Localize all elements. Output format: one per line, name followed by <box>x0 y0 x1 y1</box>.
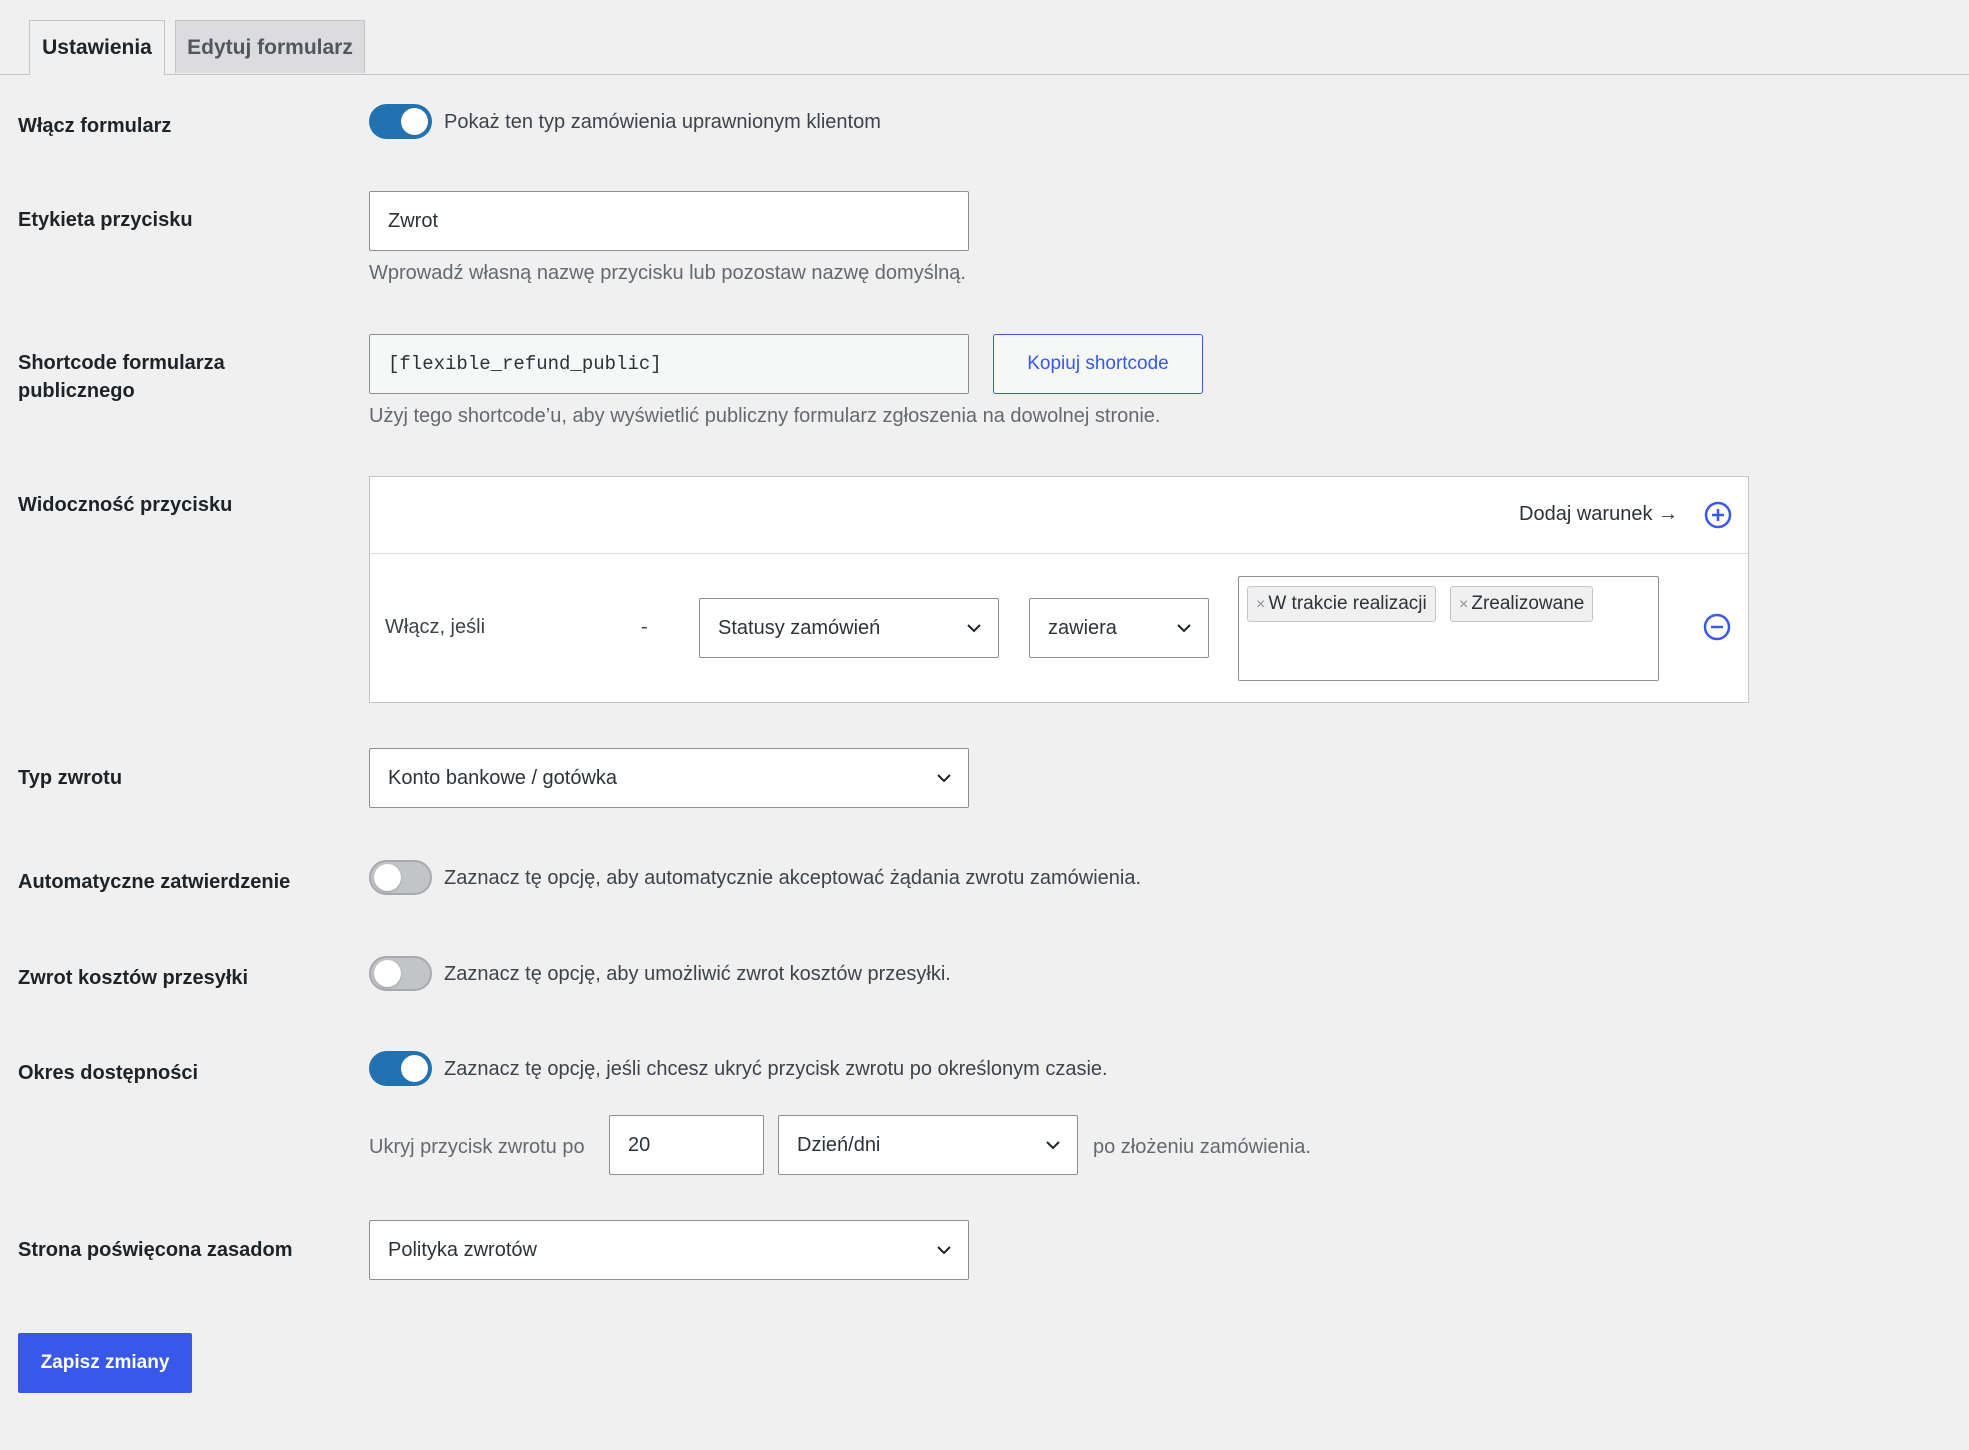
auto-approve-description: Zaznacz tę opcję, aby automatycznie akce… <box>444 867 1142 889</box>
chip-remove-icon[interactable]: × <box>1459 596 1468 613</box>
chip-remove-icon[interactable]: × <box>1256 596 1265 613</box>
button-label-help: Wprowadź własną nazwę przycisku lub pozo… <box>369 262 966 284</box>
value-chip-completed[interactable]: × Zrealizowane <box>1450 586 1594 622</box>
availability-description: Zaznacz tę opcję, jeśli chcesz ukryć prz… <box>444 1058 1108 1080</box>
tab-bar: Ustawienia Edytuj formularz <box>0 0 1969 75</box>
tab-edit-form[interactable]: Edytuj formularz <box>175 20 365 73</box>
hide-after-amount-value: 20 <box>628 1133 651 1156</box>
hide-after-unit-select[interactable]: Dzień/dni <box>778 1115 1078 1175</box>
shipping-refund-description: Zaznacz tę opcję, aby umożliwić zwrot ko… <box>444 963 951 985</box>
availability-label: Okres dostępności <box>18 1062 199 1084</box>
shortcode-label-line1: Shortcode formularza <box>18 352 225 374</box>
chevron-down-icon <box>967 624 981 633</box>
copy-shortcode-button[interactable]: Kopiuj shortcode <box>993 334 1203 394</box>
shortcode-label-line2: publicznego <box>18 380 135 402</box>
shortcode-value: [flexible_refund_public] <box>388 353 662 375</box>
chevron-down-icon <box>1046 1141 1060 1150</box>
shortcode-field[interactable]: [flexible_refund_public] <box>369 334 969 394</box>
refund-type-label: Typ zwrotu <box>18 767 123 789</box>
shortcode-label: Shortcode formularza publicznego <box>18 349 225 405</box>
condition-dash: - <box>641 616 648 638</box>
button-label-label: Etykieta przycisku <box>18 209 193 231</box>
condition-values-multiselect[interactable]: × W trakcie realizacji × Zrealizowane <box>1238 576 1659 681</box>
condition-operator-value: zawiera <box>1048 616 1117 639</box>
availability-toggle[interactable] <box>369 1051 432 1086</box>
policy-page-value: Polityka zwrotów <box>388 1238 537 1261</box>
hide-after-prefix: Ukryj przycisk zwrotu po <box>369 1136 585 1158</box>
shipping-refund-label: Zwrot kosztów przesyłki <box>18 967 249 989</box>
refund-type-value: Konto bankowe / gotówka <box>388 766 618 789</box>
panel-divider <box>370 553 1748 554</box>
enable-form-label: Włącz formularz <box>18 115 172 137</box>
enable-form-description: Pokaż ten typ zamówienia uprawnionym kli… <box>444 111 881 133</box>
visibility-label: Widoczność przycisku <box>18 494 233 516</box>
chip-label: Zrealizowane <box>1471 593 1585 614</box>
policy-page-select[interactable]: Polityka zwrotów <box>369 1220 969 1280</box>
button-label-input[interactable]: Zwrot <box>369 191 969 251</box>
refund-type-select[interactable]: Konto bankowe / gotówka <box>369 748 969 808</box>
hide-after-amount-input[interactable]: 20 <box>609 1115 764 1175</box>
condition-prefix: Włącz, jeśli <box>385 616 486 638</box>
button-label-value: Zwrot <box>388 209 438 232</box>
save-changes-button[interactable]: Zapisz zmiany <box>18 1333 192 1393</box>
add-condition-plus-icon[interactable] <box>1704 501 1732 529</box>
chevron-down-icon <box>937 774 951 783</box>
auto-approve-toggle[interactable] <box>369 860 432 895</box>
chevron-down-icon <box>1177 624 1191 633</box>
chip-label: W trakcie realizacji <box>1268 593 1427 614</box>
tab-settings[interactable]: Ustawienia <box>29 20 165 75</box>
visibility-conditions-panel: Dodaj warunek → Włącz, jeśli - Statusy z… <box>369 476 1749 703</box>
remove-condition-minus-icon[interactable] <box>1703 613 1731 641</box>
auto-approve-label: Automatyczne zatwierdzenie <box>18 871 291 893</box>
condition-operator-select[interactable]: zawiera <box>1029 598 1209 658</box>
condition-field-select[interactable]: Statusy zamówień <box>699 598 999 658</box>
hide-after-unit-value: Dzień/dni <box>797 1133 881 1156</box>
policy-page-label: Strona poświęcona zasadom <box>18 1239 293 1261</box>
value-chip-in-progress[interactable]: × W trakcie realizacji <box>1247 586 1436 622</box>
chevron-down-icon <box>937 1246 951 1255</box>
hide-after-suffix: po złożeniu zamówienia. <box>1093 1136 1311 1158</box>
add-condition-link[interactable]: Dodaj warunek → <box>1519 499 1678 529</box>
enable-form-toggle[interactable] <box>369 104 432 139</box>
shortcode-help: Użyj tego shortcode’u, aby wyświetlić pu… <box>369 405 1161 427</box>
condition-field-value: Statusy zamówień <box>718 616 881 639</box>
shipping-refund-toggle[interactable] <box>369 956 432 991</box>
